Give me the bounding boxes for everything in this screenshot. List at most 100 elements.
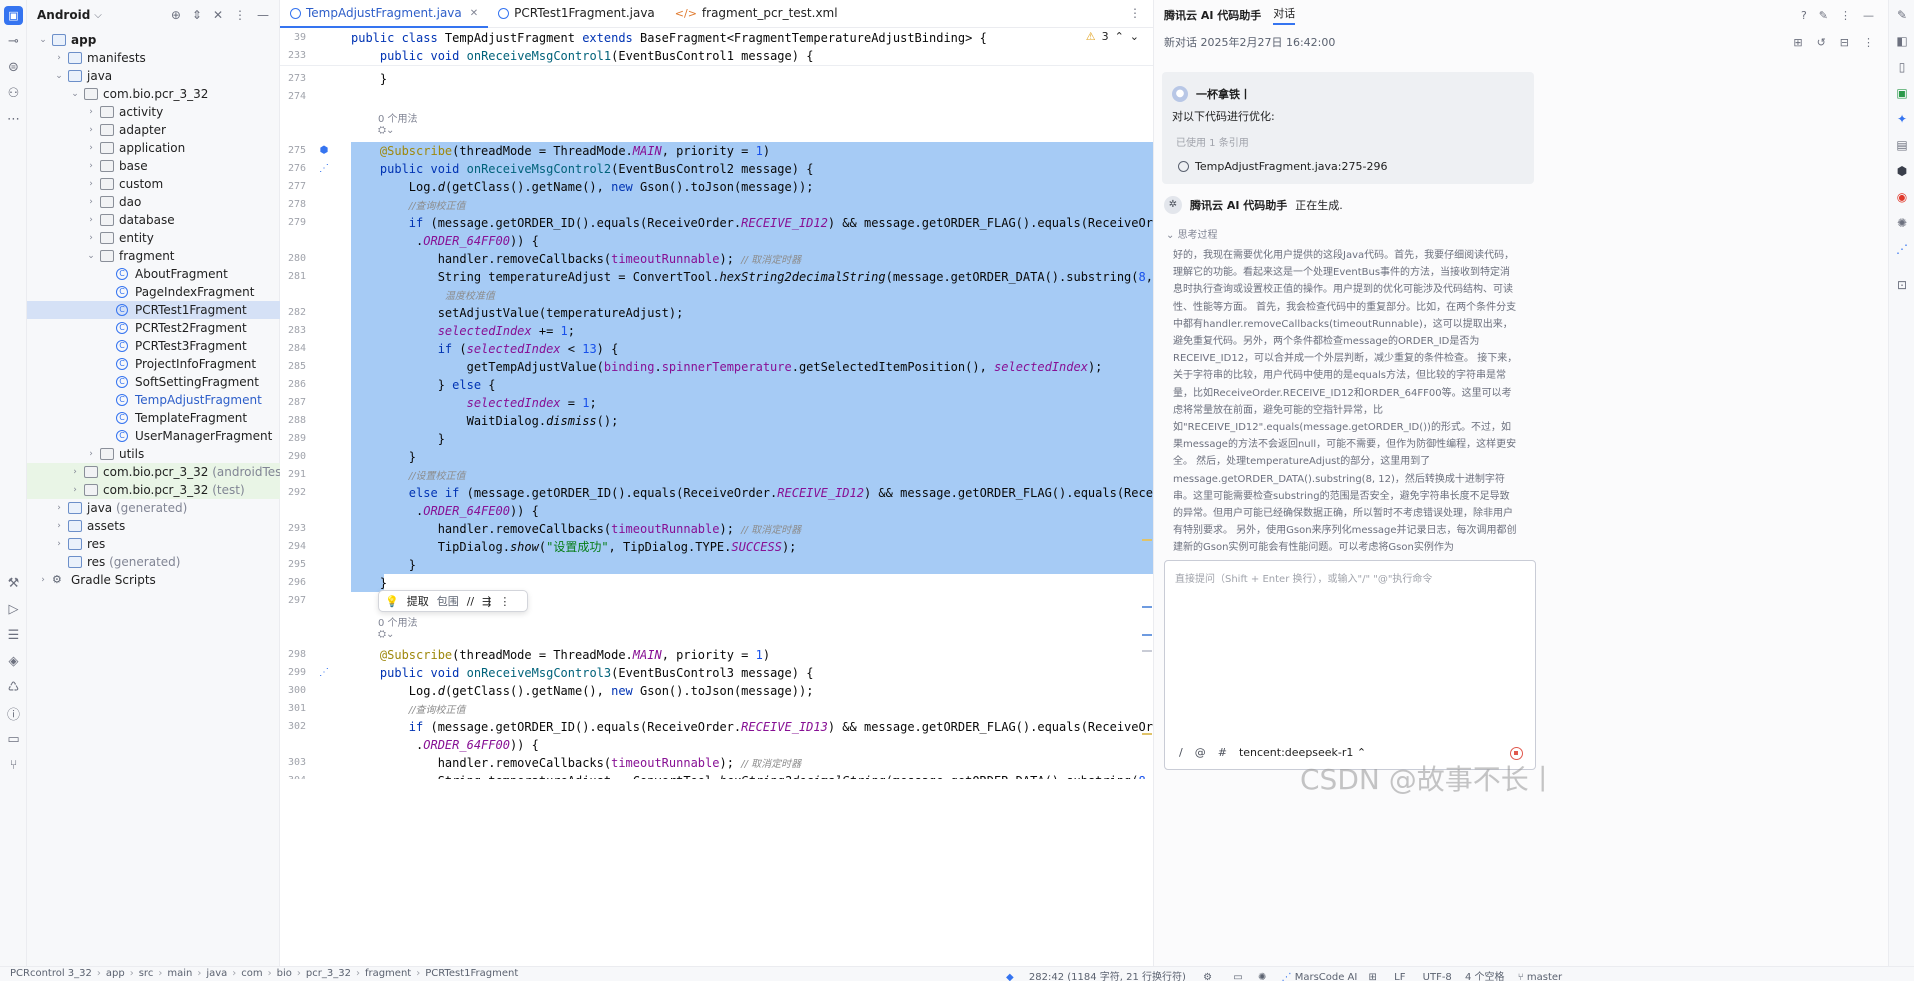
line-separator[interactable]: LF	[1394, 972, 1405, 981]
chevron-down-icon[interactable]: ⌄	[85, 247, 97, 265]
device-manager-icon[interactable]: ▯	[1895, 60, 1909, 74]
caret-position[interactable]: 282:42 (1184 字符, 21 行换行符)	[1029, 972, 1186, 981]
tree-item[interactable]: › base	[27, 157, 280, 175]
code-line[interactable]: 300 Log.d(getClass().getName(), new Gson…	[280, 682, 1153, 700]
tree-item[interactable]: › custom	[27, 175, 280, 193]
tree-item[interactable]: C TemplateFragment	[27, 409, 280, 427]
chevron-right-icon[interactable]: ›	[85, 445, 97, 463]
tree-item[interactable]: ⌄ app	[27, 31, 280, 49]
code-line[interactable]: 278 //查询校正值	[280, 196, 1153, 214]
slash-command-button[interactable]: /	[1179, 746, 1183, 759]
options-icon[interactable]: ⋮	[234, 8, 246, 22]
lightbulb-icon[interactable]: 💡	[385, 595, 399, 608]
code-line[interactable]: 303 handler.removeCallbacks(timeoutRunna…	[280, 754, 1153, 772]
breadcrumb-item[interactable]: pcr_3_32	[306, 968, 351, 979]
chevron-right-icon[interactable]: ›	[85, 211, 97, 229]
gemini-icon[interactable]: ✦	[1895, 112, 1909, 126]
tree-item[interactable]: ⌄ com.bio.pcr_3_32	[27, 85, 280, 103]
code-line[interactable]: 274	[280, 88, 1153, 106]
author-hint-icon[interactable]: ⛭⌄	[378, 629, 394, 640]
chevron-right-icon[interactable]: ›	[37, 571, 49, 589]
breadcrumb-item[interactable]: fragment	[365, 968, 411, 979]
code-line[interactable]: .ORDER_64FF00)) {	[280, 232, 1153, 250]
chevron-right-icon[interactable]: ›	[85, 121, 97, 139]
code-line[interactable]: 281 String temperatureAdjust = ConvertTo…	[280, 268, 1153, 286]
scrollbar-marker[interactable]	[1142, 634, 1152, 636]
tab-chat[interactable]: 对话	[1273, 5, 1296, 25]
code-line[interactable]: 295 }	[280, 556, 1153, 574]
inspection-icon[interactable]: ⚙	[1203, 972, 1212, 981]
tree-item[interactable]: › activity	[27, 103, 280, 121]
tree-item[interactable]: › com.bio.pcr_3_32 (androidTest)	[27, 463, 291, 481]
reference-file[interactable]: TempAdjustFragment.java:275-296	[1178, 160, 1387, 173]
chevron-right-icon[interactable]: ›	[85, 103, 97, 121]
tab-options-icon[interactable]: ⋮	[1129, 6, 1141, 20]
chevron-right-icon[interactable]: ›	[69, 463, 81, 481]
code-line[interactable]: 287 selectedIndex = 1;	[280, 394, 1153, 412]
resource-manager-icon[interactable]: ⊜	[4, 58, 23, 77]
codegeex-icon[interactable]: ◉	[1895, 190, 1909, 204]
marscode-gutter-icon[interactable]: ⋰	[317, 162, 331, 176]
scrollbar-marker[interactable]	[1142, 606, 1152, 608]
chevron-right-icon[interactable]: ›	[85, 175, 97, 193]
usage-hint[interactable]: 0 个用法	[378, 614, 418, 629]
git-icon[interactable]: ⑂	[4, 756, 23, 775]
code-line[interactable]: 282 setAdjustValue(temperatureAdjust);	[280, 304, 1153, 322]
project-view-selector[interactable]: Android	[37, 8, 90, 22]
copilot-icon[interactable]: ⬢	[1895, 164, 1909, 178]
eventbus-icon[interactable]: ⬢	[317, 144, 331, 158]
more-icon[interactable]: ⋮	[1863, 36, 1874, 49]
extract-button[interactable]: 提取	[407, 593, 429, 609]
chevron-right-icon[interactable]: ›	[85, 193, 97, 211]
tree-item[interactable]: ⌄ fragment	[27, 247, 280, 265]
code-line[interactable]: 286 } else {	[280, 376, 1153, 394]
tree-item[interactable]: C TempAdjustFragment	[27, 391, 280, 409]
chevron-down-icon[interactable]: ⌄	[37, 31, 49, 49]
code-line[interactable]: 299 public void onReceiveMsgControl3(Eve…	[280, 664, 1153, 682]
hash-button[interactable]: #	[1218, 746, 1227, 759]
hide-icon[interactable]: —	[257, 8, 269, 22]
code-line[interactable]: 293 handler.removeCallbacks(timeoutRunna…	[280, 520, 1153, 538]
reference-count[interactable]: 已使用 1 条引用	[1176, 134, 1249, 149]
code-line[interactable]: 280 handler.removeCallbacks(timeoutRunna…	[280, 250, 1153, 268]
tree-item[interactable]: ⌄ java	[27, 67, 280, 85]
help-icon[interactable]: ?	[1801, 9, 1807, 22]
scrollbar-marker[interactable]	[1142, 539, 1152, 541]
tree-item[interactable]: C ProjectInfoFragment	[27, 355, 280, 373]
expand-collapse-icon[interactable]: ⇕	[192, 8, 202, 22]
code-line[interactable]: 291 //设置校正值	[280, 466, 1153, 484]
tree-item[interactable]: C PCRTest3Fragment	[27, 337, 280, 355]
chevron-down-icon[interactable]: ⌄	[69, 85, 81, 103]
code-line[interactable]: 290 }	[280, 448, 1153, 466]
reformat-icon[interactable]: ⇶	[482, 595, 491, 608]
breadcrumb-item[interactable]: src	[139, 968, 154, 979]
chevron-right-icon[interactable]: ›	[53, 49, 65, 67]
editor-tab[interactable]: PCRTest1Fragment.java	[488, 0, 665, 27]
run-icon[interactable]: ▷	[4, 600, 23, 619]
code-line[interactable]: .ORDER_64FF00)) {	[280, 736, 1153, 754]
chat-input[interactable]: 直接提问（Shift + Enter 换行），或输入"/" "@"执行命令 / …	[1164, 560, 1536, 770]
tree-item[interactable]: › ⚙ Gradle Scripts	[27, 571, 280, 589]
breadcrumb-item[interactable]: PCRcontrol 3_32	[10, 968, 92, 979]
code-line[interactable]: 289 }	[280, 430, 1153, 448]
breadcrumb-item[interactable]: bio	[277, 968, 292, 979]
code-line[interactable]: 284 if (selectedIndex < 13) {	[280, 340, 1153, 358]
marscode-status[interactable]: MarsCode AI	[1295, 972, 1358, 981]
options-icon[interactable]: ⋮	[1840, 9, 1851, 22]
git-branch-icon[interactable]: ⑂	[1518, 972, 1524, 981]
tree-item[interactable]: › application	[27, 139, 280, 157]
tree-item[interactable]: › manifests	[27, 49, 280, 67]
toolbox-icon[interactable]: ⊟	[1840, 36, 1849, 49]
marscode-status-icon[interactable]: ⋰	[1282, 972, 1292, 981]
tree-item[interactable]: › java (generated)	[27, 499, 280, 517]
file-encoding[interactable]: UTF-8	[1423, 972, 1452, 981]
code-line[interactable]: .ORDER_64FE00)) {	[280, 502, 1153, 520]
code-line[interactable]: 304 String temperatureAdjust = ConvertTo…	[280, 772, 1153, 779]
code-line[interactable]: 275 @Subscribe(threadMode = ThreadMode.M…	[280, 142, 1153, 160]
comment-icon[interactable]: //	[467, 595, 474, 608]
sticky-line[interactable]: 233 public void onReceiveMsgControl1(Eve…	[280, 47, 1153, 65]
scrollbar-marker[interactable]	[1142, 650, 1152, 652]
emulator-icon[interactable]: ▤	[1895, 138, 1909, 152]
chevron-right-icon[interactable]: ›	[53, 535, 65, 553]
tree-item[interactable]: C AboutFragment	[27, 265, 280, 283]
